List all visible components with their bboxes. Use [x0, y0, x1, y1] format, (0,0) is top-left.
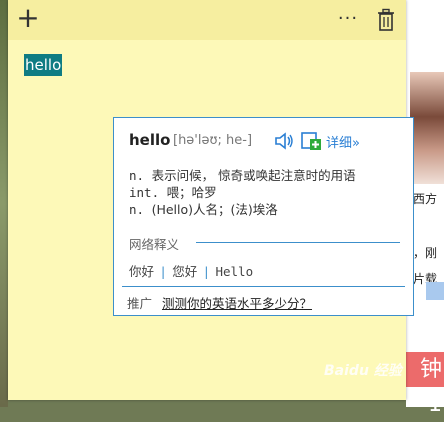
add-to-wordbook-icon[interactable]: [301, 131, 321, 151]
separator: |: [161, 264, 166, 279]
definition-text: 喂；哈罗: [166, 185, 217, 200]
definition-text: (Hello)人名；(法)埃洛: [151, 202, 278, 217]
desktop-background: [0, 0, 8, 407]
background-block: [426, 282, 444, 300]
separator: |: [204, 264, 209, 279]
footer-divider: [122, 286, 405, 287]
part-of-speech: int.: [129, 185, 160, 200]
section-divider: [196, 242, 400, 243]
dictionary-headword: hello: [129, 131, 171, 149]
plus-icon[interactable]: +: [16, 4, 40, 33]
ellipsis-icon[interactable]: ···: [336, 6, 360, 32]
trash-icon[interactable]: [376, 8, 396, 32]
sticky-note-header: + ···: [8, 0, 406, 40]
background-text: ，刚: [413, 246, 438, 260]
part-of-speech: n.: [129, 168, 145, 183]
web-definitions-label: 网络释义: [129, 237, 180, 252]
background-text: 西方: [413, 192, 438, 206]
watermark-logo: Baidu 经验: [324, 363, 402, 379]
web-translation-item[interactable]: 你好: [129, 264, 154, 279]
definition-text: 表示问候， 惊奇或唤起注意时的用语: [151, 168, 356, 183]
background-red-button: 钟 1: [406, 352, 444, 417]
phonetic-transcription: [hə'ləʊ; he-]: [173, 133, 253, 148]
definition-row: n. (Hello)人名；(法)埃洛: [129, 199, 278, 218]
speaker-icon[interactable]: [274, 132, 294, 150]
web-translation-item[interactable]: Hello: [215, 264, 253, 279]
web-translations: 你好 | 您好 | Hello: [129, 261, 253, 280]
dictionary-popup: hello [hə'ləʊ; he-] 详细» n. 表示问候， 惊奇或唤起注意…: [113, 117, 414, 316]
background-photo: [410, 72, 444, 184]
promo-link[interactable]: 测测你的英语水平多少分？: [162, 293, 312, 312]
selected-text[interactable]: hello: [24, 54, 63, 76]
details-link[interactable]: 详细»: [326, 132, 360, 151]
promo-label: 推广: [127, 296, 153, 311]
web-translation-item[interactable]: 您好: [172, 264, 197, 279]
part-of-speech: n.: [129, 202, 145, 217]
